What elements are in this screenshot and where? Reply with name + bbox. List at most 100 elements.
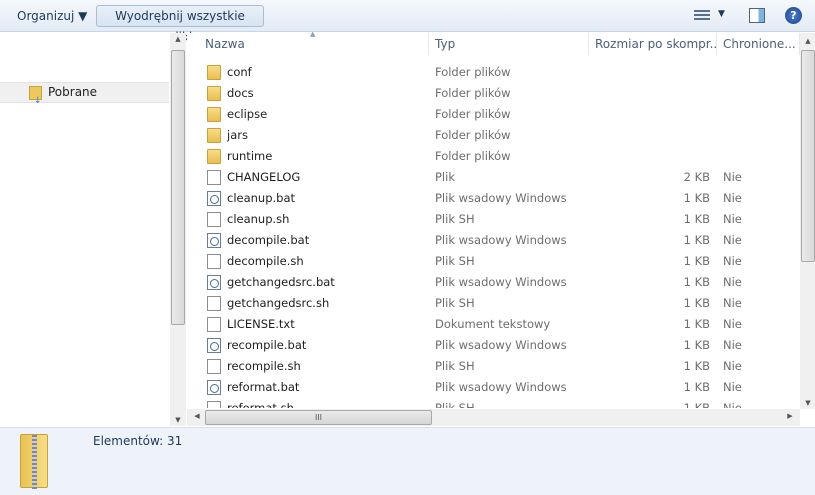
- file-protected: Nie: [723, 233, 742, 247]
- file-row[interactable]: recompile.bat Plik wsadowy Windows 1 KB …: [187, 335, 800, 356]
- column-protected[interactable]: Chronione...: [717, 33, 800, 55]
- downloads-folder-icon: ↓: [29, 86, 42, 106]
- file-protected: Nie: [723, 254, 742, 268]
- file-size: 1 KB: [683, 275, 710, 289]
- file-row[interactable]: cleanup.bat Plik wsadowy Windows 1 KB Ni…: [187, 188, 800, 209]
- file-protected: Nie: [723, 275, 742, 289]
- file-icon: [207, 212, 221, 227]
- file-row[interactable]: eclipse Folder plików: [187, 104, 800, 125]
- nav-scrollbar[interactable]: ▲ ▼: [170, 33, 186, 426]
- folder-icon: [207, 128, 221, 143]
- file-type: Plik SH: [435, 296, 475, 310]
- file-row[interactable]: decompile.bat Plik wsadowy Windows 1 KB …: [187, 230, 800, 251]
- file-row[interactable]: getchangedsrc.sh Plik SH 1 KB Nie: [187, 293, 800, 314]
- file-row[interactable]: cleanup.sh Plik SH 1 KB Nie: [187, 209, 800, 230]
- file-size: 1 KB: [683, 296, 710, 310]
- folder-icon: [207, 107, 221, 122]
- view-dropdown-icon[interactable]: ▼: [718, 9, 725, 19]
- file-type: Folder plików: [435, 65, 511, 79]
- file-name: CHANGELOG: [227, 170, 301, 184]
- file-type: Plik wsadowy Windows: [435, 191, 567, 205]
- folder-icon: [207, 86, 221, 101]
- file-protected: Nie: [723, 296, 742, 310]
- extract-all-button[interactable]: Wyodrębnij wszystkie pliki: [96, 5, 264, 44]
- navigation-pane: ↓ Pobrane ▲ ▼: [0, 33, 186, 426]
- file-size: 1 KB: [683, 359, 710, 373]
- column-headers: Nazwa ▲ Typ Rozmiar po skompr... Chronio…: [187, 30, 800, 55]
- batch-file-icon: [207, 191, 221, 206]
- file-icon: [207, 317, 221, 332]
- file-icon: [207, 401, 221, 408]
- file-name: decompile.bat: [227, 233, 310, 247]
- nav-item-pobrane[interactable]: ↓ Pobrane: [0, 82, 169, 106]
- toolbar: Organizuj ▼ Wyodrębnij wszystkie pliki ▼…: [0, 0, 815, 44]
- column-compressed-size[interactable]: Rozmiar po skompr...: [589, 33, 717, 55]
- nav-scroll-thumb[interactable]: [171, 50, 185, 325]
- folder-icon: [207, 149, 221, 164]
- sort-ascending-icon: ▲: [310, 30, 316, 38]
- nav-item-label: Pobrane: [48, 85, 98, 99]
- file-icon: [207, 170, 221, 185]
- file-row[interactable]: runtime Folder plików: [187, 146, 800, 167]
- file-name: recompile.sh: [227, 359, 301, 373]
- horizontal-scroll-thumb[interactable]: III: [205, 410, 432, 425]
- file-icon: [207, 359, 221, 374]
- file-name: cleanup.bat: [227, 191, 296, 205]
- file-row[interactable]: jars Folder plików: [187, 125, 800, 146]
- column-type[interactable]: Typ: [429, 33, 589, 55]
- file-name: docs: [227, 86, 254, 100]
- file-protected: Nie: [723, 191, 742, 205]
- batch-file-icon: [207, 380, 221, 395]
- details-pane: Elementów: 31: [0, 427, 815, 495]
- preview-pane-icon[interactable]: [749, 8, 765, 23]
- file-name: conf: [227, 65, 252, 79]
- file-row[interactable]: docs Folder plików: [187, 83, 800, 104]
- file-row[interactable]: decompile.sh Plik SH 1 KB Nie: [187, 251, 800, 272]
- file-type: Folder plików: [435, 149, 511, 163]
- file-type: Plik SH: [435, 212, 475, 226]
- file-row[interactable]: conf Folder plików: [187, 62, 800, 83]
- file-size: 1 KB: [683, 191, 710, 205]
- file-size: 1 KB: [683, 212, 710, 226]
- file-protected: Nie: [723, 380, 742, 394]
- file-row[interactable]: getchangedsrc.bat Plik wsadowy Windows 1…: [187, 272, 800, 293]
- zip-folder-icon: [20, 434, 48, 489]
- file-name: reformat.sh: [227, 401, 294, 408]
- file-protected: Nie: [723, 212, 742, 226]
- file-name: cleanup.sh: [227, 212, 290, 226]
- file-type: Plik SH: [435, 254, 475, 268]
- file-row[interactable]: recompile.sh Plik SH 1 KB Nie: [187, 356, 800, 377]
- file-protected: Nie: [723, 317, 742, 331]
- file-protected: Nie: [723, 170, 742, 184]
- file-type: Plik wsadowy Windows: [435, 275, 567, 289]
- help-icon[interactable]: ?: [785, 7, 802, 24]
- file-type: Dokument tekstowy: [435, 317, 551, 331]
- file-name: reformat.bat: [227, 380, 300, 394]
- batch-file-icon: [207, 233, 221, 248]
- file-name: getchangedsrc.sh: [227, 296, 330, 310]
- file-type: Plik wsadowy Windows: [435, 380, 567, 394]
- file-list: conf Folder plików docs Folder plików ec…: [187, 62, 800, 408]
- organize-button[interactable]: Organizuj ▼: [8, 5, 96, 27]
- file-row[interactable]: CHANGELOG Plik 2 KB Nie: [187, 167, 800, 188]
- file-size: 1 KB: [683, 338, 710, 352]
- item-count: Elementów: 31: [93, 434, 183, 448]
- list-vertical-scrollbar[interactable]: ▲ ▼: [800, 33, 815, 409]
- file-type: Plik wsadowy Windows: [435, 338, 567, 352]
- file-name: jars: [227, 128, 248, 142]
- file-type: Plik SH: [435, 401, 475, 408]
- file-protected: Nie: [723, 401, 742, 408]
- file-size: 1 KB: [683, 233, 710, 247]
- file-icon: [207, 254, 221, 269]
- view-options-icon[interactable]: [694, 10, 710, 22]
- file-row[interactable]: LICENSE.txt Dokument tekstowy 1 KB Nie: [187, 314, 800, 335]
- list-horizontal-scrollbar[interactable]: ◀ III ▶: [187, 409, 800, 426]
- file-type: Folder plików: [435, 86, 511, 100]
- file-row[interactable]: reformat.bat Plik wsadowy Windows 1 KB N…: [187, 377, 800, 398]
- list-scroll-thumb[interactable]: [801, 50, 815, 262]
- file-icon: [207, 296, 221, 311]
- file-name: decompile.sh: [227, 254, 304, 268]
- file-size: 1 KB: [683, 254, 710, 268]
- file-row[interactable]: reformat.sh Plik SH 1 KB Nie: [187, 398, 800, 408]
- file-type: Plik: [435, 170, 455, 184]
